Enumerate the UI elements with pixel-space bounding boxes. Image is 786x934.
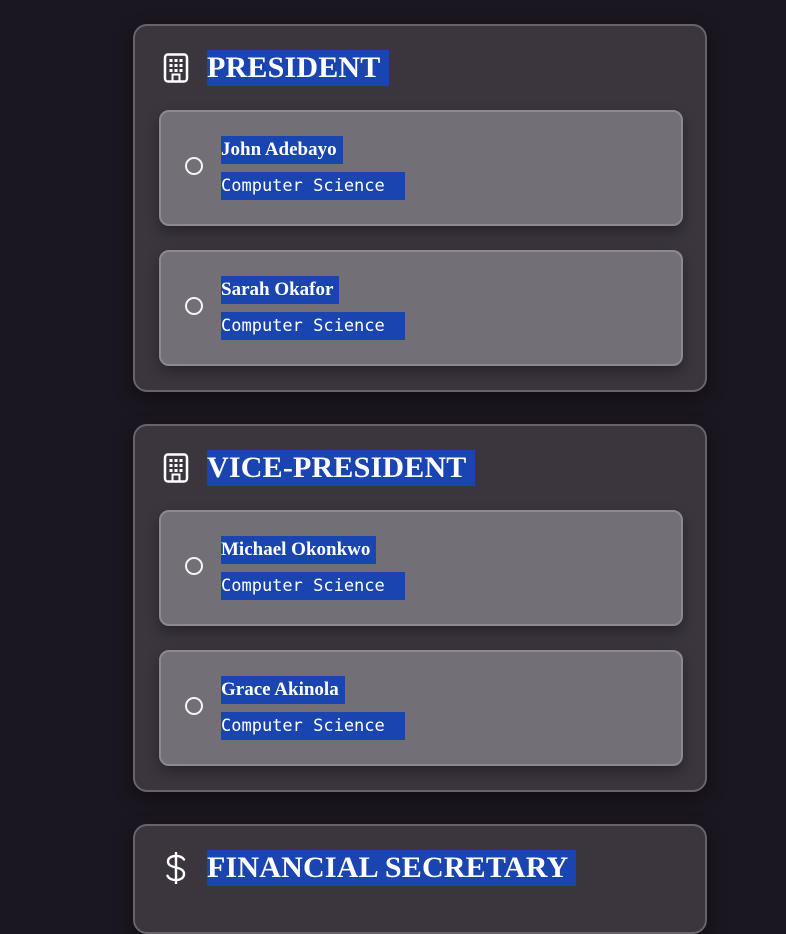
candidate-name: Michael Okonkwo (221, 536, 377, 564)
section-header: VICE-PRESIDENT (161, 450, 475, 486)
section-financial-secretary: FINANCIAL SECRETARY (133, 824, 707, 934)
candidate-name: Grace Akinola (221, 676, 345, 704)
candidate-option[interactable]: Michael Okonkwo Computer Science (159, 510, 683, 626)
radio-button[interactable] (185, 557, 203, 575)
building-icon (161, 50, 191, 86)
section-title: FINANCIAL SECRETARY (207, 850, 577, 886)
radio-button[interactable] (185, 297, 203, 315)
candidate-option[interactable]: Grace Akinola Computer Science (159, 650, 683, 766)
candidate-name: Sarah Okafor (221, 276, 340, 304)
section-title: PRESIDENT (207, 50, 389, 86)
section-header: PRESIDENT (161, 50, 389, 86)
candidate-department: Computer Science (221, 312, 405, 340)
candidate-option[interactable]: Sarah Okafor Computer Science (159, 250, 683, 366)
section-vice-president: VICE-PRESIDENT Michael Okonkwo Computer … (133, 424, 707, 792)
section-header: FINANCIAL SECRETARY (161, 850, 577, 886)
dollar-icon (161, 850, 191, 886)
candidate-option[interactable]: John Adebayo Computer Science (159, 110, 683, 226)
building-icon (161, 450, 191, 486)
candidate-department: Computer Science (221, 712, 405, 740)
radio-button[interactable] (185, 157, 203, 175)
candidate-name: John Adebayo (221, 136, 343, 164)
section-president: PRESIDENT John Adebayo Computer Science … (133, 24, 707, 392)
candidate-department: Computer Science (221, 172, 405, 200)
radio-button[interactable] (185, 697, 203, 715)
candidate-department: Computer Science (221, 572, 405, 600)
section-title: VICE-PRESIDENT (207, 450, 475, 486)
